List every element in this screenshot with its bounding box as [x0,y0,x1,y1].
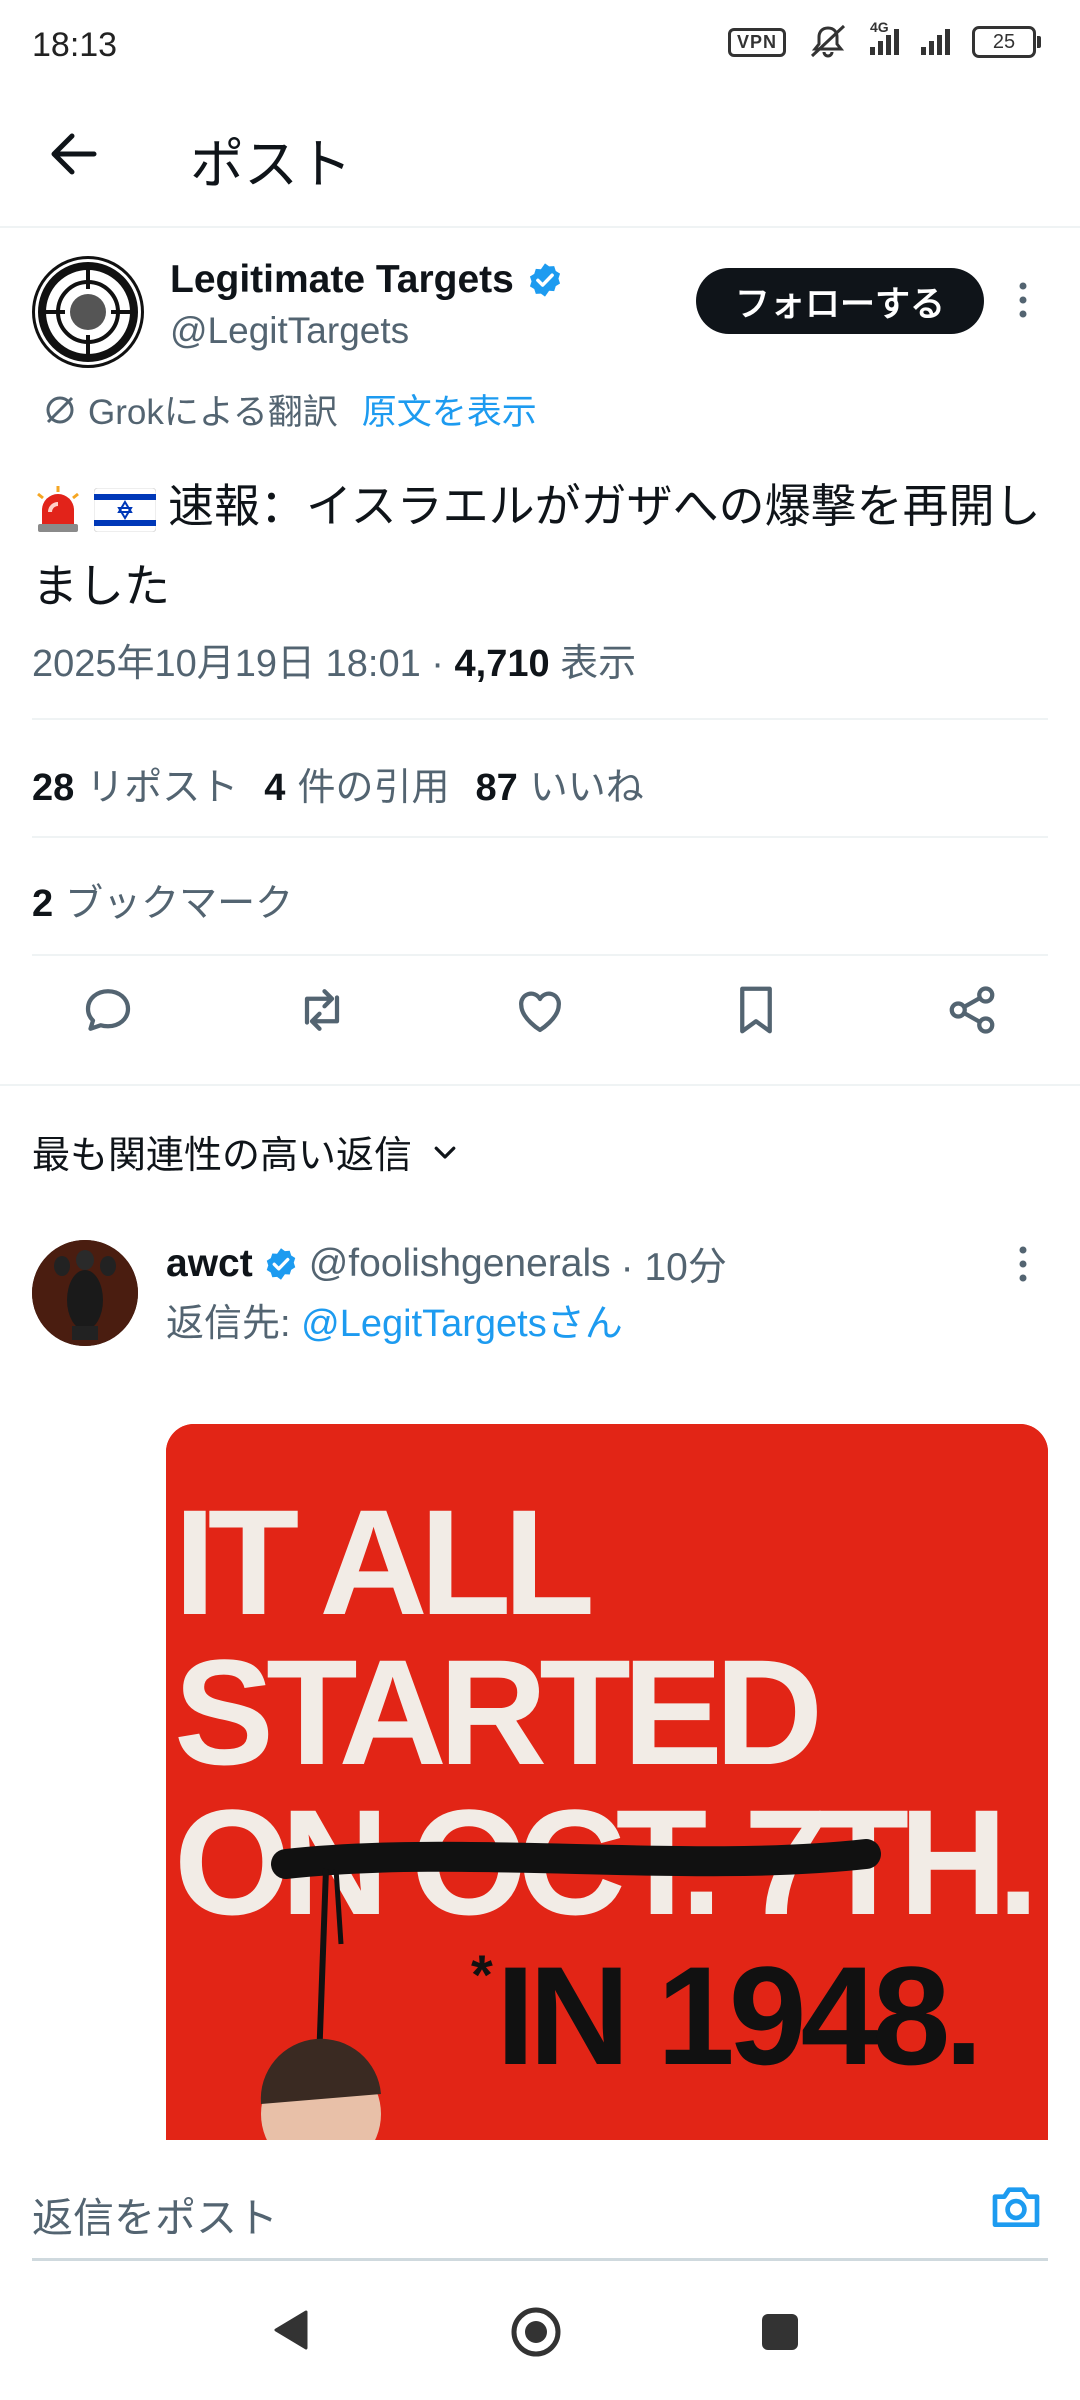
grok-icon [42,392,78,428]
back-arrow-icon[interactable] [44,124,104,184]
repost-icon[interactable] [292,980,352,1040]
reposts-stat[interactable]: 28 リポスト [32,756,238,811]
share-icon[interactable] [942,980,1002,1040]
image-line-2: STARTED [174,1628,818,1796]
image-line-4: IN 1948. [496,1937,977,2094]
status-time: 18:13 [32,26,118,64]
divider [32,718,1048,720]
divider [32,954,1048,956]
post-meta: 2025年10月19日 18:01 · 4,710 表示 [32,643,637,685]
translate-label: Grokによる翻訳 [88,393,338,432]
like-icon[interactable] [510,980,570,1040]
reply-to-link[interactable]: @LegitTargetsさん [301,1303,623,1345]
quotes-stat[interactable]: 4 件の引用 [264,756,449,811]
post-actions [0,980,1080,1064]
nav-recents-icon[interactable] [760,2312,800,2352]
image-line-1: IT ALL [174,1478,591,1646]
signal-4g-icon: 4G [870,19,899,55]
nav-back-icon[interactable] [270,2308,314,2352]
verified-icon [263,1246,299,1282]
camera-icon[interactable] [988,2178,1044,2234]
battery-indicator: 25 [972,26,1041,58]
follow-button[interactable]: フォローする [696,268,984,334]
bookmarks-stat[interactable]: 2 ブックマーク [32,872,293,927]
post-text: 速報：イスラエルがガザへの爆撃を再開しました [32,480,1041,612]
stats-row: 28 リポスト 4 件の引用 87 いいね [32,756,644,811]
reply-header: awct @foolishgenerals · 10分 [166,1236,727,1292]
reply-author-name[interactable]: awct [166,1242,253,1286]
status-icons: VPN 4G 25 [727,19,1041,60]
israel-flag-icon [94,487,156,532]
author-handle[interactable]: @LegitTargets [170,310,409,352]
siren-icon [32,484,84,536]
reply-image[interactable]: IT ALL STARTED ON OCT. 7TH. * IN 1948. [166,1424,1048,2144]
reply-icon[interactable] [78,980,138,1040]
divider [32,836,1048,838]
avatar[interactable] [32,256,144,368]
reply-to-line: 返信先: @LegitTargetsさん [166,1303,623,1345]
author-name[interactable]: Legitimate Targets [170,258,564,302]
section-divider [0,1084,1080,1086]
replies-sort-dropdown[interactable]: 最も関連性の高い返信 [32,1124,460,1179]
chevron-down-icon [430,1137,460,1167]
mute-icon [808,24,848,60]
show-original-link[interactable]: 原文を表示 [362,384,537,435]
system-nav-bar [0,2262,1080,2400]
more-icon[interactable] [1016,1244,1030,1284]
image-asterisk: * [471,1943,493,2006]
compose-underline [32,2258,1048,2261]
reply-input[interactable]: 返信をポスト [32,2184,278,2244]
translation-row: Grokによる翻訳 原文を表示 [42,384,537,435]
likes-stat[interactable]: 87 いいね [475,756,643,811]
more-icon[interactable] [1016,280,1030,320]
vpn-badge: VPN [727,27,786,57]
bookmark-icon[interactable] [726,980,786,1040]
top-bar [0,100,1080,228]
reply-time: · 10分 [620,1246,727,1289]
reply-author-handle[interactable]: @foolishgenerals [309,1242,611,1286]
nav-home-icon[interactable] [510,2306,562,2358]
page-title: ポスト [190,135,352,195]
reply-avatar[interactable] [32,1240,138,1346]
verified-icon [526,261,564,299]
signal-icon [921,29,950,55]
